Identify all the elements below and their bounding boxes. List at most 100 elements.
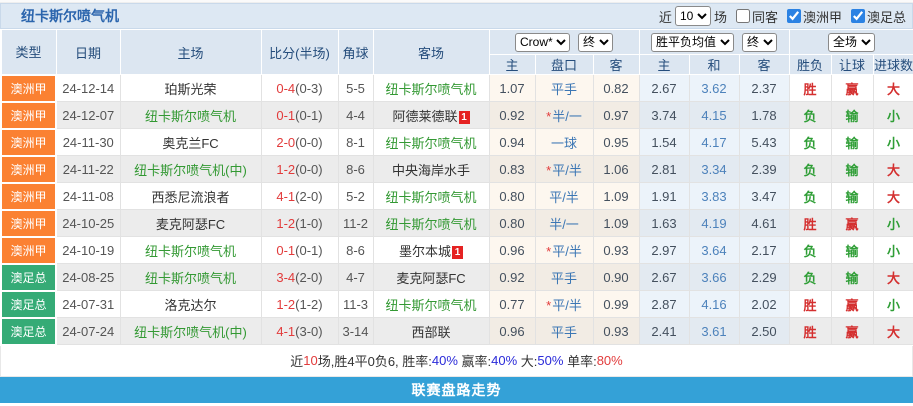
cell-away-team: 麦克阿瑟FC — [373, 264, 489, 291]
cell-result-goals: 小 — [873, 102, 913, 129]
col-header-type: 类型 — [1, 30, 56, 75]
cell-result-wdl: 胜 — [789, 210, 831, 237]
cell-eu-draw-odds: 4.16 — [689, 291, 739, 318]
cell-ah-away-odds: 0.90 — [593, 264, 639, 291]
cell-result-goals: 小 — [873, 237, 913, 264]
ah-line-text: 平/半 — [549, 190, 579, 205]
match-rows: 澳洲甲24-12-14珀斯光荣0-4(0-3)5-5纽卡斯尔喷气机1.07平手0… — [1, 75, 913, 345]
recent-count-select[interactable]: 10 — [675, 6, 711, 26]
cell-eu-draw-odds: 3.61 — [689, 318, 739, 345]
cell-eu-home-odds: 1.63 — [639, 210, 689, 237]
away-team-name: 西部联 — [411, 325, 450, 340]
section-bar-label: 联赛盘路走势 — [412, 380, 502, 400]
cell-score: 1-2(1-0) — [261, 210, 338, 237]
cell-date: 24-10-19 — [56, 237, 120, 264]
summary-segment: 单率: — [563, 351, 596, 370]
halftime-score: (3-0) — [295, 324, 322, 339]
cell-eu-draw-odds: 3.64 — [689, 237, 739, 264]
cell-date: 24-10-25 — [56, 210, 120, 237]
home-team-name: 奥克兰FC — [162, 136, 218, 151]
cell-result-handicap: 输 — [831, 264, 873, 291]
home-team-name: 麦克阿瑟FC — [156, 217, 225, 232]
filter-aleague-option[interactable]: 澳洲甲 — [781, 7, 842, 26]
halftime-score: (0-0) — [295, 135, 322, 150]
cell-score: 1-2(1-2) — [261, 291, 338, 318]
cell-result-goals: 大 — [873, 264, 913, 291]
cell-result-wdl: 胜 — [789, 291, 831, 318]
cell-result-goals: 大 — [873, 318, 913, 345]
eu-type-select[interactable]: 胜平负均值 — [651, 33, 734, 52]
cell-result-wdl: 负 — [789, 129, 831, 156]
cell-home-team: 纽卡斯尔喷气机 — [120, 264, 261, 291]
cell-ah-line: *平/半 — [535, 156, 593, 183]
fulltime-score: 4-1 — [276, 189, 295, 204]
cell-result-goals: 小 — [873, 129, 913, 156]
cell-ah-home-odds: 0.96 — [489, 237, 535, 264]
cell-result-wdl: 负 — [789, 237, 831, 264]
away-team-name: 纽卡斯尔喷气机 — [385, 136, 476, 151]
cell-ah-line: *平/半 — [535, 291, 593, 318]
cell-score: 0-1(0-1) — [261, 102, 338, 129]
cell-result-handicap: 输 — [831, 237, 873, 264]
summary-segment: 10 — [303, 353, 317, 368]
cell-date: 24-12-07 — [56, 102, 120, 129]
filter-aleague-label: 澳洲甲 — [803, 7, 842, 26]
cell-eu-home-odds: 2.97 — [639, 237, 689, 264]
cell-corners: 11-3 — [338, 291, 373, 318]
cell-ah-home-odds: 0.96 — [489, 318, 535, 345]
cell-ah-home-odds: 0.83 — [489, 156, 535, 183]
away-team-name: 纽卡斯尔喷气机 — [385, 190, 476, 205]
same-opponent-label: 同客 — [752, 7, 778, 26]
filter-ffacup-label: 澳足总 — [867, 7, 906, 26]
cell-eu-home-odds: 2.87 — [639, 291, 689, 318]
cell-ah-home-odds: 1.07 — [489, 75, 535, 102]
cell-result-wdl: 胜 — [789, 75, 831, 102]
summary-segment: 近 — [290, 351, 303, 370]
ah-state-select[interactable]: 终 — [578, 33, 613, 52]
filter-ffacup-option[interactable]: 澳足总 — [845, 7, 906, 26]
halftime-score: (0-1) — [295, 108, 322, 123]
cell-ah-line: 一球 — [535, 129, 593, 156]
cell-eu-home-odds: 2.67 — [639, 75, 689, 102]
cell-result-wdl: 负 — [789, 183, 831, 210]
red-card-badge: 1 — [459, 111, 470, 124]
cell-league-type: 澳足总 — [1, 291, 56, 318]
cell-ah-line: 平手 — [535, 75, 593, 102]
home-team-name: 纽卡斯尔喷气机 — [145, 271, 236, 286]
page-title: 纽卡斯尔喷气机 — [1, 6, 119, 26]
eu-state-select[interactable]: 终 — [742, 33, 777, 52]
table-row: 澳洲甲24-11-30奥克兰FC2-0(0-0)8-1纽卡斯尔喷气机0.94一球… — [1, 129, 913, 156]
line-changed-star: * — [546, 298, 551, 313]
cell-score: 0-1(0-1) — [261, 237, 338, 264]
cell-score: 3-4(2-0) — [261, 264, 338, 291]
summary-line: 近10场,胜4平0负6, 胜率:40% 赢率:40% 大:50% 单率:80% — [0, 346, 913, 377]
col-header-ah-away: 客 — [593, 55, 639, 75]
filter-aleague-checkbox[interactable] — [787, 9, 801, 23]
table-row: 澳洲甲24-10-25麦克阿瑟FC1-2(1-0)11-2纽卡斯尔喷气机0.80… — [1, 210, 913, 237]
cell-score: 2-0(0-0) — [261, 129, 338, 156]
away-team-name: 墨尔本城 — [399, 244, 451, 259]
cell-corners: 11-2 — [338, 210, 373, 237]
odds-provider-select[interactable]: Crow* — [515, 33, 570, 52]
filter-ffacup-checkbox[interactable] — [851, 9, 865, 23]
away-team-name: 纽卡斯尔喷气机 — [385, 82, 476, 97]
cell-away-team: 纽卡斯尔喷气机 — [373, 291, 489, 318]
same-opponent-option[interactable]: 同客 — [730, 7, 778, 26]
ah-line-text: 半/一 — [549, 217, 579, 232]
cell-date: 24-11-30 — [56, 129, 120, 156]
cell-eu-draw-odds: 3.34 — [689, 156, 739, 183]
col-header-date: 日期 — [56, 30, 120, 75]
cell-ah-away-odds: 0.93 — [593, 237, 639, 264]
cell-ah-away-odds: 0.93 — [593, 318, 639, 345]
cell-ah-home-odds: 0.94 — [489, 129, 535, 156]
halftime-score: (0-3) — [295, 81, 322, 96]
cell-corners: 4-7 — [338, 264, 373, 291]
cell-result-handicap: 赢 — [831, 291, 873, 318]
summary-segment: 大: — [517, 351, 537, 370]
cell-away-team: 纽卡斯尔喷气机 — [373, 75, 489, 102]
cell-eu-home-odds: 3.74 — [639, 102, 689, 129]
scope-select[interactable]: 全场 — [828, 33, 875, 52]
col-header-away: 客场 — [373, 30, 489, 75]
same-opponent-checkbox[interactable] — [736, 9, 750, 23]
table-row: 澳洲甲24-10-19纽卡斯尔喷气机0-1(0-1)8-6墨尔本城10.96*平… — [1, 237, 913, 264]
